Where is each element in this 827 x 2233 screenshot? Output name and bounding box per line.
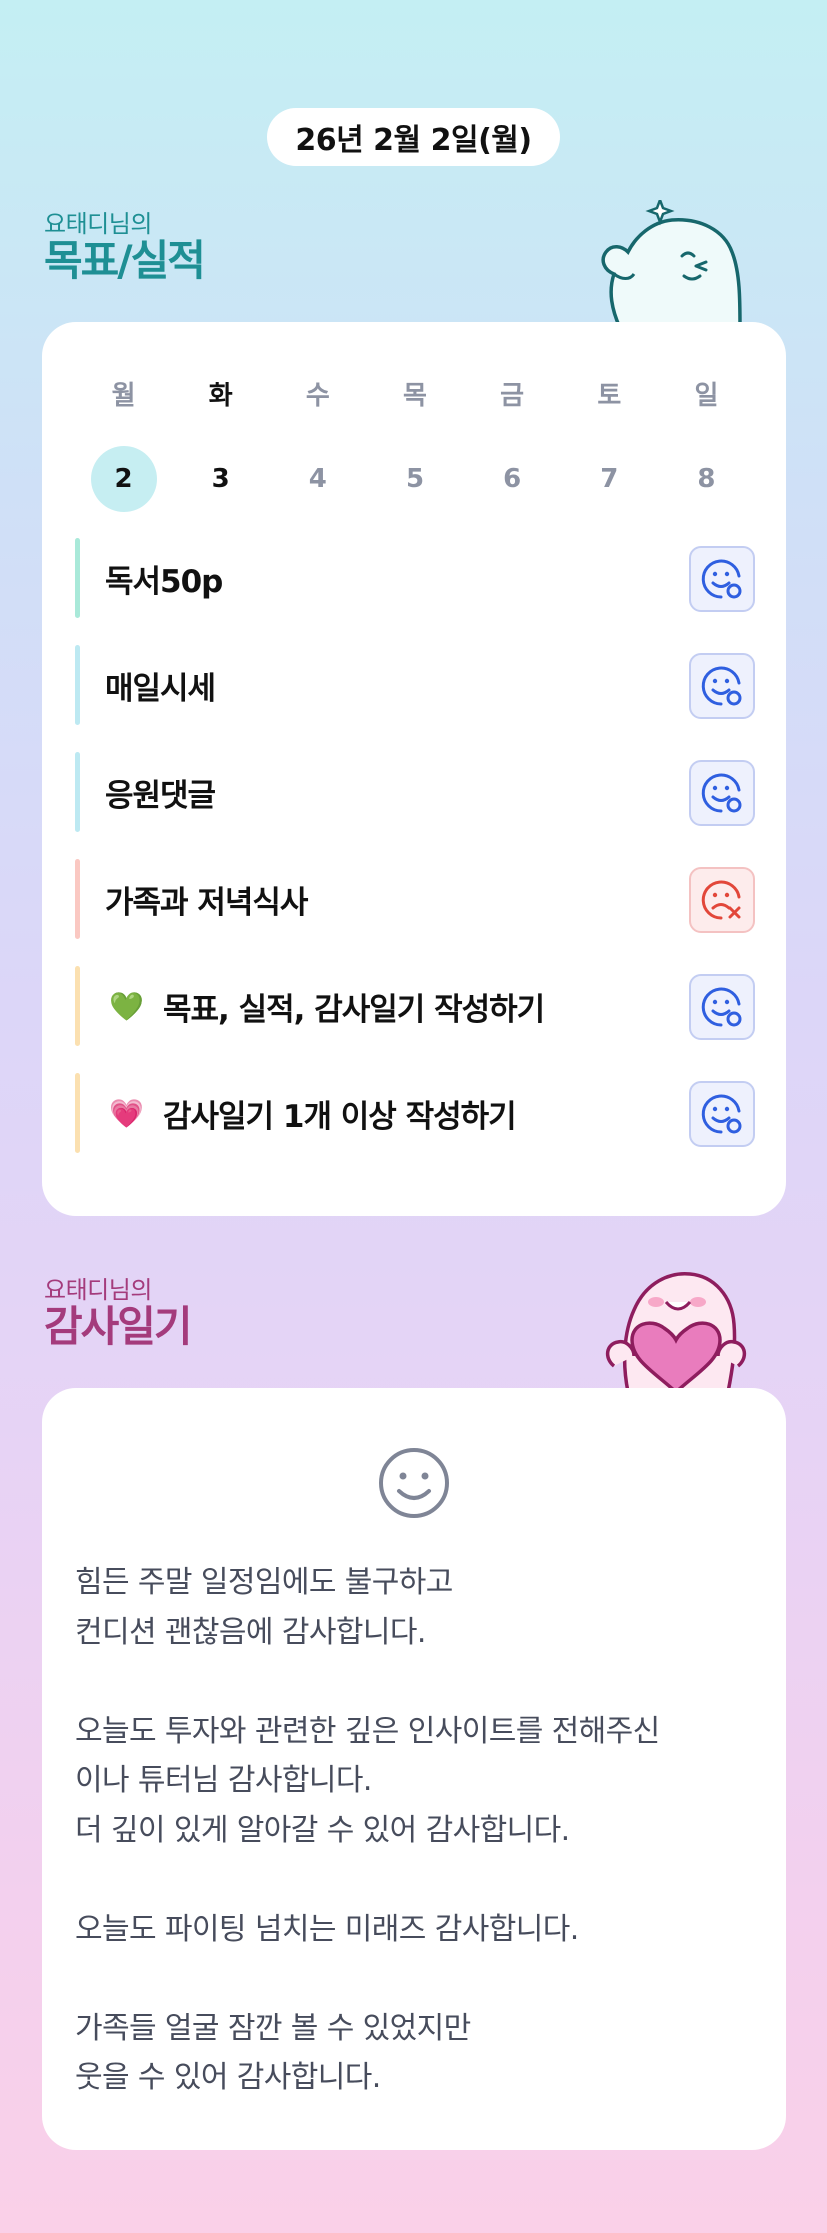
gratitude-line: 오늘도 파이팅 넘치는 미래즈 감사합니다. bbox=[75, 1911, 579, 1947]
day-name-fri: 금 bbox=[500, 381, 525, 411]
goal-label: 매일시세 bbox=[105, 670, 216, 707]
goal-item: 💚 목표, 실적, 감사일기 작성하기 bbox=[75, 966, 755, 1046]
week-day-names: 월 화 수 목 금 토 일 bbox=[75, 376, 755, 416]
goal-label: 독서50p bbox=[105, 563, 223, 600]
goal-card: 월 화 수 목 금 토 일 2 3 4 5 6 7 8 독서50p 매일시세 응… bbox=[42, 322, 786, 1216]
gratitude-text: 힘든 주말 일정임에도 불구하고 컨디션 괜찮음에 감사합니다. 오늘도 투자와… bbox=[75, 1558, 755, 2103]
day-number[interactable]: 4 bbox=[285, 446, 351, 512]
day-number[interactable]: 5 bbox=[382, 446, 448, 512]
gratitude-line: 컨디션 괜찮음에 감사합니다. bbox=[75, 1614, 426, 1650]
goal-item: 매일시세 bbox=[75, 645, 755, 725]
smile-check-icon bbox=[701, 773, 742, 813]
day-name-wed: 수 bbox=[305, 381, 330, 411]
day-name-tue: 화 bbox=[208, 381, 233, 411]
goal-label: 감사일기 1개 이상 작성하기 bbox=[163, 1098, 517, 1135]
gratitude-line: 가족들 얼굴 잠깐 볼 수 있었지만 bbox=[75, 2010, 471, 2046]
day-number[interactable]: 6 bbox=[479, 446, 545, 512]
smile-check-icon bbox=[701, 987, 742, 1027]
frown-x-icon bbox=[701, 880, 741, 920]
goal-color-bar bbox=[75, 752, 80, 832]
heart-character-illustration bbox=[605, 1272, 747, 1392]
gratitude-line bbox=[75, 1954, 755, 2004]
smile-face-icon bbox=[379, 1448, 449, 1518]
gratitude-line: 이나 튜터님 감사합니다. bbox=[75, 1763, 372, 1798]
green-heart-icon: 💚 bbox=[109, 989, 144, 1023]
smile-check-icon bbox=[701, 559, 742, 599]
smile-check-icon bbox=[701, 666, 742, 706]
gratitude-line bbox=[75, 1855, 755, 1905]
goal-status-button[interactable] bbox=[689, 546, 755, 612]
gratitude-line: 더 깊이 있게 알아갈 수 있어 감사합니다. bbox=[75, 1812, 570, 1848]
goal-status-button[interactable] bbox=[689, 867, 755, 933]
goal-section-title: 목표/실적 bbox=[44, 236, 206, 285]
goal-color-bar bbox=[75, 859, 80, 939]
smile-check-icon bbox=[701, 1094, 742, 1134]
pink-heart-icon: 💗 bbox=[109, 1096, 144, 1130]
gratitude-section-subtitle: 요태디님의 bbox=[44, 1276, 152, 1304]
day-name-mon: 월 bbox=[111, 381, 136, 411]
gratitude-line bbox=[75, 1657, 755, 1707]
date-pill[interactable]: 26년 2월 2일(월) bbox=[267, 108, 560, 166]
goal-label: 목표, 실적, 감사일기 작성하기 bbox=[163, 991, 545, 1028]
goal-item: 가족과 저녁식사 bbox=[75, 859, 755, 939]
goal-status-button[interactable] bbox=[689, 653, 755, 719]
gratitude-section-title: 감사일기 bbox=[44, 1302, 193, 1351]
day-number[interactable]: 8 bbox=[673, 446, 739, 512]
day-number[interactable]: 3 bbox=[188, 446, 254, 512]
gratitude-line: 웃을 수 있어 감사합니다. bbox=[75, 2060, 381, 2095]
gratitude-line: 힘든 주말 일정임에도 불구하고 bbox=[75, 1565, 453, 1600]
day-name-sat: 토 bbox=[597, 381, 622, 411]
goal-status-button[interactable] bbox=[689, 974, 755, 1040]
gratitude-card: 힘든 주말 일정임에도 불구하고 컨디션 괜찮음에 감사합니다. 오늘도 투자와… bbox=[42, 1388, 786, 2150]
gratitude-section-heading: 요태디님의 감사일기 bbox=[44, 1276, 193, 1351]
goal-item: 독서50p bbox=[75, 538, 755, 618]
day-name-thu: 목 bbox=[403, 381, 427, 411]
gratitude-line: 오늘도 투자와 관련한 깊은 인사이트를 전해주신 bbox=[75, 1713, 660, 1749]
day-number[interactable]: 7 bbox=[576, 446, 642, 512]
goal-section-heading: 요태디님의 목표/실적 bbox=[44, 210, 206, 285]
goal-status-button[interactable] bbox=[689, 760, 755, 826]
goal-status-button[interactable] bbox=[689, 1081, 755, 1147]
goal-section-subtitle: 요태디님의 bbox=[44, 210, 152, 238]
ghost-character-illustration bbox=[601, 200, 742, 328]
goal-color-bar bbox=[75, 645, 80, 725]
day-number-today[interactable]: 2 bbox=[90, 446, 157, 512]
goal-list: 독서50p 매일시세 응원댓글 가족과 저녁식사 💚 목표, 실적, 감사일기 … bbox=[75, 538, 755, 1180]
goal-label: 응원댓글 bbox=[105, 777, 216, 814]
day-name-sun: 일 bbox=[694, 381, 719, 411]
goal-item: 💗 감사일기 1개 이상 작성하기 bbox=[75, 1073, 755, 1153]
goal-color-bar bbox=[75, 1073, 80, 1153]
goal-label: 가족과 저녁식사 bbox=[105, 884, 308, 921]
week-strip: 월 화 수 목 금 토 일 2 3 4 5 6 7 8 bbox=[75, 376, 755, 512]
week-day-numbers: 2 3 4 5 6 7 8 bbox=[75, 416, 755, 512]
goal-color-bar bbox=[75, 538, 80, 618]
goal-color-bar bbox=[75, 966, 80, 1046]
goal-item: 응원댓글 bbox=[75, 752, 755, 832]
